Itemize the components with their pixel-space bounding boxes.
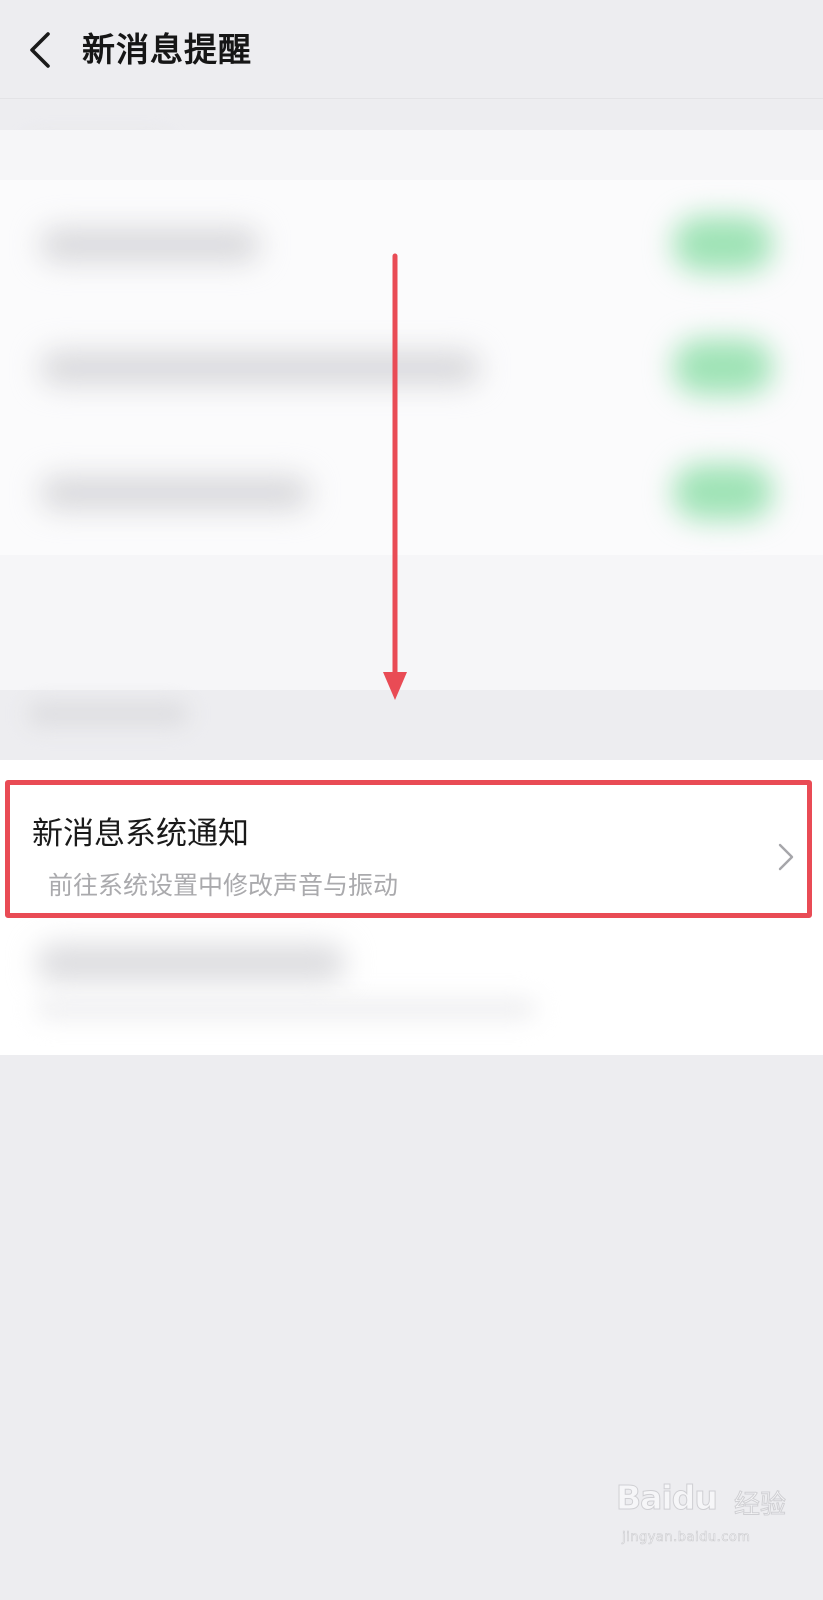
watermark-url: jingyan.baidu.com bbox=[622, 1530, 751, 1546]
chevron-right-icon bbox=[778, 843, 794, 871]
watermark-label: 经验 bbox=[733, 1490, 787, 1521]
watermark-logo: Baidu bbox=[616, 1478, 719, 1518]
annotation-arrow bbox=[383, 253, 407, 700]
system-notification-item[interactable]: 新消息系统通知 前往系统设置中修改声音与振动 bbox=[0, 784, 823, 914]
blurred-setting-subtitle bbox=[36, 1000, 536, 1018]
blurred-setting-row bbox=[36, 944, 346, 982]
notification-item-subtitle: 前往系统设置中修改声音与振动 bbox=[48, 871, 399, 900]
baidu-jingyan-watermark: Baidu 经验 jingyan.baidu.com bbox=[616, 1476, 816, 1566]
notification-item-title: 新消息系统通知 bbox=[32, 816, 249, 852]
